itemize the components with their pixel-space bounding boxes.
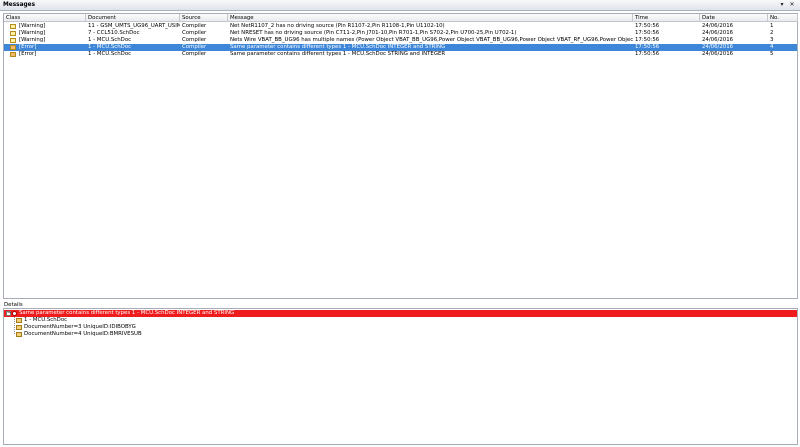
- row-document: 11 - GSM_UMTS_UG96_UART_USIM.SchDoc: [88, 23, 180, 29]
- column-header-class[interactable]: Class: [4, 14, 86, 22]
- row-message: Net NetR1107_2 has no driving source (Pi…: [230, 23, 445, 29]
- details-child-item[interactable]: DocumentNumber=3 UniqueID:IDIBOBYG: [4, 324, 404, 331]
- panel-title: Messages: [3, 2, 36, 8]
- pin-icon[interactable]: ▾: [778, 1, 786, 9]
- component-icon: [16, 325, 22, 330]
- document-icon: [16, 318, 22, 323]
- details-child-item[interactable]: 1 - MCU.SchDoc: [4, 317, 404, 324]
- row-time: 17:50:56: [635, 51, 660, 57]
- row-number: 1: [770, 23, 774, 29]
- details-child-text: DocumentNumber=4 UniqueID:BMRIVESUB: [24, 331, 142, 337]
- row-document: 1 - MCU.SchDoc: [88, 44, 132, 50]
- details-child-text: DocumentNumber=3 UniqueID:IDIBOBYG: [24, 324, 136, 330]
- row-number: 2: [770, 30, 774, 36]
- table-row-selected[interactable]: [Error] 1 - MCU.SchDoc Compiler Same par…: [4, 44, 797, 51]
- messages-grid: Class Document Source Message Time Date …: [3, 13, 798, 299]
- row-date: 24/06/2016: [702, 37, 734, 43]
- row-document: 1 - MCU.SchDoc: [88, 51, 132, 57]
- warning-icon: [10, 31, 16, 36]
- row-class: [Warning]: [19, 37, 46, 43]
- column-header-message[interactable]: Message: [228, 14, 633, 22]
- row-class: [Error]: [19, 44, 37, 50]
- column-header-date[interactable]: Date: [700, 14, 768, 22]
- error-icon: [10, 45, 16, 50]
- row-source: Compiler: [182, 23, 207, 29]
- row-class: [Warning]: [19, 30, 46, 36]
- row-source: Compiler: [182, 37, 207, 43]
- row-message: Net NRESET has no driving source (Pin C7…: [230, 30, 517, 36]
- row-date: 24/06/2016: [702, 44, 734, 50]
- row-class: [Warning]: [19, 23, 46, 29]
- table-row[interactable]: [Warning] 11 - GSM_UMTS_UG96_UART_USIM.S…: [4, 23, 797, 30]
- grid-header: Class Document Source Message Time Date …: [4, 14, 798, 22]
- column-header-no[interactable]: No.: [768, 14, 798, 22]
- row-class: [Error]: [19, 51, 37, 57]
- column-header-source[interactable]: Source: [180, 14, 228, 22]
- error-icon: [10, 52, 16, 57]
- warning-icon: [10, 38, 16, 43]
- row-time: 17:50:56: [635, 23, 660, 29]
- row-time: 17:50:56: [635, 44, 660, 50]
- component-icon: [16, 332, 22, 337]
- row-date: 24/06/2016: [702, 23, 734, 29]
- details-tree: − Same parameter contains different type…: [3, 308, 798, 445]
- row-time: 17:50:56: [635, 30, 660, 36]
- messages-titlebar: Messages ▾ ✕: [0, 0, 800, 11]
- details-root-item[interactable]: − Same parameter contains different type…: [4, 310, 797, 317]
- row-number: 3: [770, 37, 774, 43]
- details-child-item[interactable]: DocumentNumber=4 UniqueID:BMRIVESUB: [4, 331, 404, 338]
- column-header-time[interactable]: Time: [633, 14, 700, 22]
- row-document: 7 - CCL510.SchDoc: [88, 30, 140, 36]
- row-source: Compiler: [182, 30, 207, 36]
- table-row[interactable]: [Warning] 7 - CCL510.SchDoc Compiler Net…: [4, 30, 797, 37]
- warning-icon: [10, 24, 16, 29]
- row-date: 24/06/2016: [702, 30, 734, 36]
- row-message: Same parameter contains different types …: [230, 44, 446, 50]
- row-message: Nets Wire VBAT_BB_UG96 has multiple name…: [230, 37, 633, 43]
- table-row[interactable]: [Error] 1 - MCU.SchDoc Compiler Same par…: [4, 51, 797, 58]
- table-row[interactable]: [Warning] 1 - MCU.SchDoc Compiler Nets W…: [4, 37, 797, 44]
- row-source: Compiler: [182, 51, 207, 57]
- row-number: 5: [770, 51, 774, 57]
- column-header-document[interactable]: Document: [86, 14, 180, 22]
- row-document: 1 - MCU.SchDoc: [88, 37, 132, 43]
- row-number: 4: [770, 44, 774, 50]
- row-date: 24/06/2016: [702, 51, 734, 57]
- row-source: Compiler: [182, 44, 207, 50]
- row-message: Same parameter contains different types …: [230, 51, 446, 57]
- close-icon[interactable]: ✕: [788, 1, 796, 9]
- row-time: 17:50:56: [635, 37, 660, 43]
- collapse-icon[interactable]: −: [6, 311, 11, 316]
- details-child-text: 1 - MCU.SchDoc: [24, 317, 68, 323]
- error-icon: [12, 311, 17, 316]
- details-root-text: Same parameter contains different types …: [19, 310, 235, 316]
